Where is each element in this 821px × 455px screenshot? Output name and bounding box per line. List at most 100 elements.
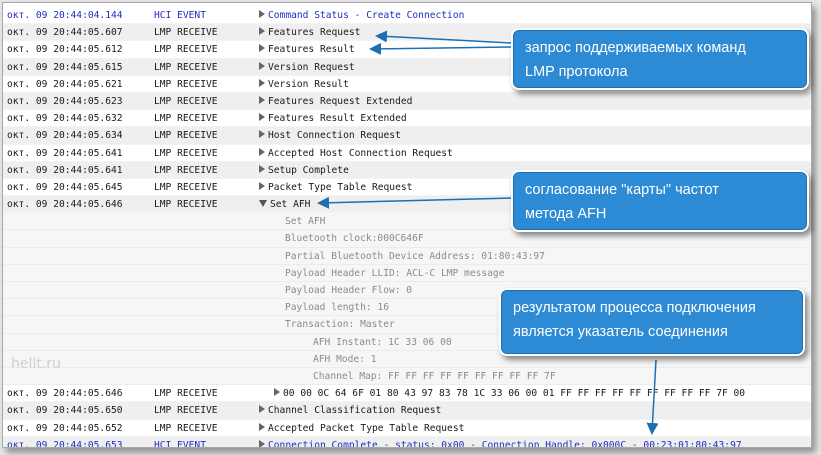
log-time: окт. 09 20:44:05.653 bbox=[7, 439, 123, 448]
afh-detail-text: Partial Bluetooth Device Address: 01:80:… bbox=[285, 250, 545, 262]
disclosure-closed-icon[interactable] bbox=[259, 95, 265, 104]
log-row[interactable]: окт. 09 20:44:05.634 LMP RECEIVE Host Conn… bbox=[3, 127, 811, 145]
log-time: окт. 09 20:44:05.641 bbox=[7, 164, 123, 176]
afh-detail-row: Partial Bluetooth Device Address: 01:80:… bbox=[3, 247, 811, 265]
log-time: окт. 09 20:44:05.607 bbox=[7, 27, 123, 39]
disclosure-closed-icon[interactable] bbox=[259, 422, 265, 431]
afh-sub-detail-row: Channel Map: FF FF FF FF FF FF FF FF FF … bbox=[3, 367, 811, 386]
log-type: LMP RECEIVE bbox=[154, 422, 218, 434]
log-message: Accepted Host Connection Request bbox=[259, 145, 453, 162]
log-message-text: Accepted Packet Type Table Request bbox=[268, 422, 465, 434]
log-message-text: Channel Classification Request bbox=[268, 405, 442, 417]
log-row[interactable]: окт. 09 20:44:05.653 HCI EVENT Connection … bbox=[3, 436, 811, 448]
log-type: LMP RECEIVE bbox=[154, 181, 218, 193]
log-type: LMP RECEIVE bbox=[154, 199, 218, 211]
log-message-text: Command Status - Create Connection bbox=[268, 10, 465, 21]
log-row[interactable]: окт. 09 20:44:05.623 LMP RECEIVE Features … bbox=[3, 92, 811, 111]
log-message-text: Set AFH bbox=[270, 199, 311, 211]
log-message-text: Features Request Extended bbox=[268, 95, 413, 107]
watermark: hellt.ru bbox=[11, 356, 61, 372]
log-type: LMP RECEIVE bbox=[154, 27, 218, 39]
log-type: HCI EVENT bbox=[154, 10, 206, 21]
afh-sub-detail-text: AFH Instant: 1C 33 06 00 bbox=[313, 336, 452, 348]
log-row[interactable]: окт. 09 20:44:05.641 LMP RECEIVE Accepted … bbox=[3, 145, 811, 162]
afh-sub-detail-text: AFH Mode: 1 bbox=[313, 353, 377, 365]
afh-detail-text: Bluetooth clock:000C646F bbox=[285, 233, 424, 245]
log-time: окт. 09 20:44:05.621 bbox=[7, 78, 123, 90]
disclosure-closed-icon[interactable] bbox=[259, 44, 265, 53]
log-type: LMP RECEIVE bbox=[154, 164, 218, 176]
afh-detail-text: Transaction: Master bbox=[285, 319, 395, 331]
log-row[interactable]: окт. 09 20:44:05.650 LMP RECEIVE Channel C… bbox=[3, 402, 811, 420]
callout-afh-map: согласование "карты" частот метода AFH bbox=[511, 170, 809, 232]
log-message-text: Host Connection Request bbox=[268, 130, 401, 142]
log-message-text: Features Request bbox=[268, 27, 361, 39]
log-message: Version Result bbox=[259, 76, 349, 93]
disclosure-closed-icon[interactable] bbox=[259, 164, 265, 173]
log-message-text: Version Result bbox=[268, 78, 349, 90]
log-type: LMP RECEIVE bbox=[154, 147, 218, 159]
log-time: окт. 09 20:44:05.646 bbox=[7, 199, 123, 211]
log-time: окт. 09 20:44:05.615 bbox=[7, 61, 123, 73]
log-message-text: Features Result bbox=[268, 44, 355, 56]
disclosure-closed-icon[interactable] bbox=[259, 439, 265, 447]
log-time: окт. 09 20:44:05.612 bbox=[7, 44, 123, 56]
disclosure-closed-icon[interactable] bbox=[259, 130, 265, 139]
disclosure-closed-icon[interactable] bbox=[259, 10, 265, 18]
disclosure-closed-icon[interactable] bbox=[259, 405, 265, 414]
log-time: окт. 09 20:44:05.623 bbox=[7, 95, 123, 107]
log-row[interactable]: окт. 09 20:44:05.632 LMP RECEIVE Features … bbox=[3, 110, 811, 128]
log-message-text: 00 00 0C 64 6F 01 80 43 97 83 78 1C 33 0… bbox=[283, 388, 746, 400]
callout-connection-handle: результатом процесса подключения являетс… bbox=[499, 288, 805, 356]
log-type: HCI EVENT bbox=[154, 439, 206, 448]
log-time: окт. 09 20:44:05.650 bbox=[7, 405, 123, 417]
log-time: окт. 09 20:44:05.632 bbox=[7, 113, 123, 125]
log-message-text: Accepted Host Connection Request bbox=[268, 147, 453, 159]
log-message: Features Request Extended bbox=[259, 93, 412, 110]
log-message: 00 00 0C 64 6F 01 80 43 97 83 78 1C 33 0… bbox=[274, 385, 745, 402]
log-type: LMP RECEIVE bbox=[154, 113, 218, 125]
log-type: LMP RECEIVE bbox=[154, 95, 218, 107]
log-message: Packet Type Table Request bbox=[259, 179, 412, 196]
disclosure-closed-icon[interactable] bbox=[259, 147, 265, 156]
log-row[interactable]: окт. 09 20:44:05.646 LMP RECEIVE 00 00 0C … bbox=[3, 385, 811, 403]
log-time: окт. 09 20:44:05.646 bbox=[7, 388, 123, 400]
log-message: Command Status - Create Connection bbox=[259, 7, 464, 24]
log-row[interactable]: окт. 09 20:44:05.652 LMP RECEIVE Accepted … bbox=[3, 420, 811, 437]
log-type: LMP RECEIVE bbox=[154, 44, 218, 56]
disclosure-closed-icon[interactable] bbox=[259, 113, 265, 122]
log-message: Features Result bbox=[259, 41, 355, 58]
log-message: Version Request bbox=[259, 59, 355, 76]
afh-sub-detail-text: Channel Map: FF FF FF FF FF FF FF FF FF … bbox=[313, 370, 556, 382]
callout-lmp-features: запрос поддерживаемых команд LMP протоко… bbox=[511, 28, 809, 90]
log-message: Accepted Packet Type Table Request bbox=[259, 420, 464, 437]
afh-detail-text: Set AFH bbox=[285, 216, 326, 228]
log-message: Host Connection Request bbox=[259, 127, 401, 144]
log-message-text: Packet Type Table Request bbox=[268, 181, 413, 193]
log-type: LMP RECEIVE bbox=[154, 61, 218, 73]
log-message: Set AFH bbox=[259, 196, 310, 213]
log-message: Setup Complete bbox=[259, 162, 349, 179]
log-type: LMP RECEIVE bbox=[154, 130, 218, 142]
disclosure-closed-icon[interactable] bbox=[274, 388, 280, 397]
log-type: LMP RECEIVE bbox=[154, 405, 218, 417]
log-time: окт. 09 20:44:04.144 bbox=[7, 10, 123, 21]
log-message: Features Request bbox=[259, 24, 360, 41]
log-type: LMP RECEIVE bbox=[154, 78, 218, 90]
log-row[interactable]: окт. 09 20:44:04.144 HCI EVENT Command Sta… bbox=[3, 7, 811, 25]
log-message-text: Connection Complete - status: 0x00 - Con… bbox=[268, 439, 742, 448]
log-time: окт. 09 20:44:05.652 bbox=[7, 422, 123, 434]
disclosure-closed-icon[interactable] bbox=[259, 27, 265, 36]
afh-detail-row: Bluetooth clock:000C646F bbox=[3, 230, 811, 248]
log-message-text: Features Result Extended bbox=[268, 113, 407, 125]
disclosure-closed-icon[interactable] bbox=[259, 78, 265, 87]
afh-detail-row: Payload Header LLID: ACL-C LMP message bbox=[3, 264, 811, 282]
log-time: окт. 09 20:44:05.634 bbox=[7, 130, 123, 142]
log-time: окт. 09 20:44:05.641 bbox=[7, 147, 123, 159]
afh-detail-text: Payload Header Flow: 0 bbox=[285, 285, 413, 296]
disclosure-open-icon[interactable] bbox=[259, 200, 267, 208]
log-message-text: Setup Complete bbox=[268, 164, 349, 176]
disclosure-closed-icon[interactable] bbox=[259, 181, 265, 190]
disclosure-closed-icon[interactable] bbox=[259, 61, 265, 70]
log-message: Channel Classification Request bbox=[259, 402, 441, 419]
